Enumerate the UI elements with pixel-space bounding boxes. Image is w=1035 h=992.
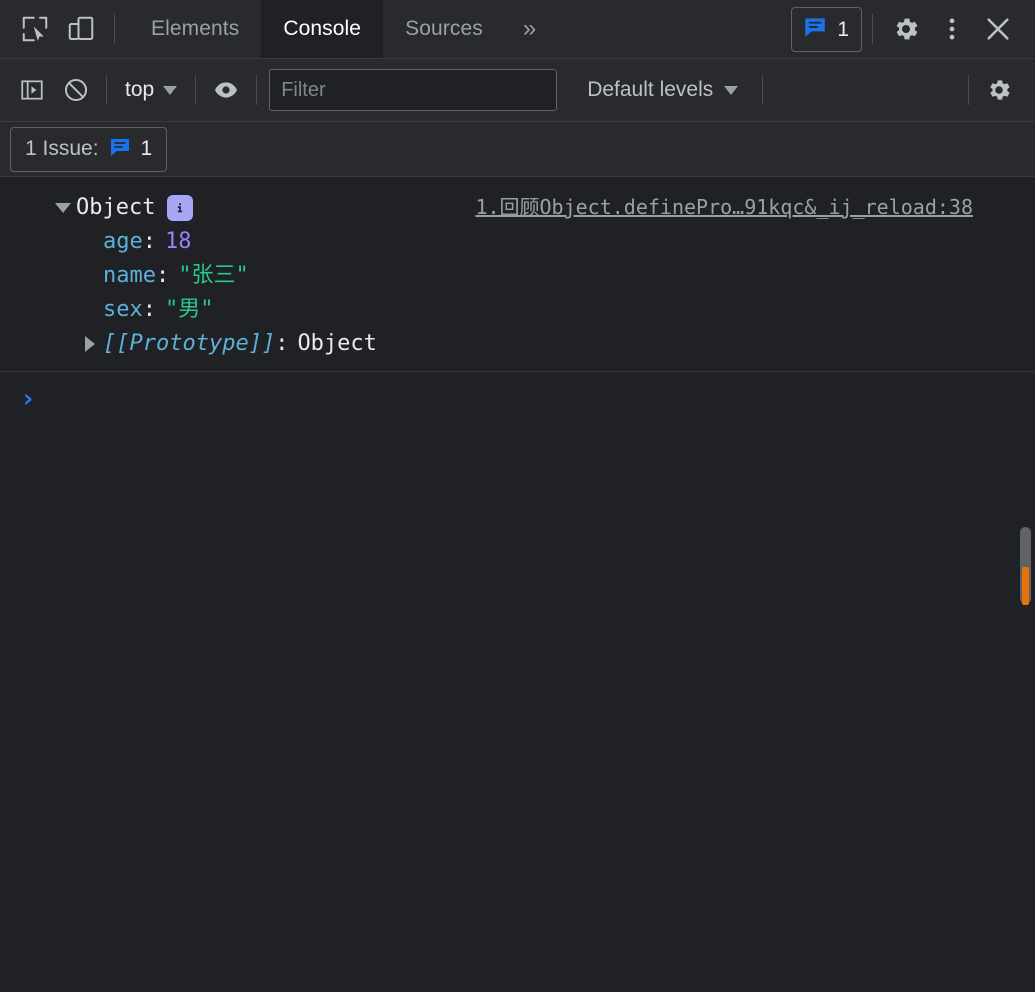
property-value: "张三" (178, 263, 249, 288)
chevron-down-icon (724, 85, 739, 95)
console-prompt[interactable]: › (0, 372, 1035, 426)
object-type-label: Object (76, 195, 156, 220)
issue-bubble-icon (802, 14, 828, 45)
toolbar-divider-2 (195, 75, 197, 105)
issues-counter-button[interactable]: 1 (791, 6, 862, 52)
filter-placeholder: Filter (281, 78, 326, 101)
scrollbar-highlight-marker (1022, 567, 1029, 605)
toolbar-divider-5 (968, 75, 969, 105)
tab-elements[interactable]: Elements (129, 0, 261, 58)
info-icon[interactable] (167, 195, 194, 221)
filter-input[interactable]: Filter (269, 69, 558, 111)
toolbar-divider-3 (256, 75, 258, 105)
inspect-element-icon[interactable] (12, 0, 58, 58)
issue-bubble-icon (108, 135, 132, 164)
devtools-window: Elements Console Sources » 1 top Filter … (0, 0, 1035, 992)
panel-tabs: Elements Console Sources » (129, 0, 554, 58)
property-separator: : (142, 297, 156, 322)
expand-collapse-triangle-icon[interactable] (55, 203, 71, 213)
execution-context-label: top (125, 78, 155, 101)
issues-bar-button[interactable]: 1 Issue: 1 (10, 126, 168, 172)
property-key: age (103, 229, 143, 254)
live-expression-eye-icon[interactable] (204, 68, 248, 112)
property-separator: : (155, 263, 170, 288)
property-key: name (103, 263, 156, 288)
message-source-link[interactable]: 1.回顾Object.definePro…91kqc&_ij_reload:38 (475, 191, 973, 220)
tabbar-right-divider (872, 14, 873, 44)
log-levels-label: Default levels (587, 78, 714, 101)
execution-context-selector[interactable]: top (115, 78, 187, 102)
prototype-value: Object (297, 331, 377, 356)
prototype-row[interactable]: [[Prototype]]: Object (55, 327, 1035, 361)
gear-icon[interactable] (883, 0, 929, 58)
issues-bar-count: 1 (140, 137, 153, 160)
expand-triangle-icon[interactable] (85, 336, 95, 352)
toolbar-divider-4 (762, 75, 764, 105)
property-value: 18 (165, 229, 192, 254)
issues-count-label: 1 (837, 17, 849, 41)
log-levels-selector[interactable]: Default levels (571, 78, 754, 102)
console-output-area: 1.回顾Object.definePro…91kqc&_ij_reload:38… (0, 177, 1035, 992)
console-scrollbar[interactable] (1015, 177, 1035, 992)
prompt-chevron-icon: › (20, 384, 36, 414)
tabbar-left-icons (0, 0, 125, 58)
console-settings-gear-icon[interactable] (977, 68, 1021, 112)
prototype-separator: : (275, 331, 289, 356)
object-property-row[interactable]: age: 18 (55, 225, 1035, 259)
more-tabs-icon[interactable]: » (505, 0, 554, 58)
property-key: sex (103, 297, 143, 322)
tabbar-right-icons: 1 (791, 0, 1035, 58)
device-toolbar-icon[interactable] (58, 0, 104, 58)
object-property-row[interactable]: sex: "男" (55, 293, 1035, 327)
devtools-tabbar: Elements Console Sources » 1 (0, 0, 1035, 59)
prototype-key: [[Prototype]] (103, 331, 276, 356)
console-toolbar: top Filter Default levels (0, 59, 1035, 122)
tab-sources[interactable]: Sources (383, 0, 505, 58)
chevron-down-icon (163, 85, 178, 95)
console-message: 1.回顾Object.definePro…91kqc&_ij_reload:38… (0, 177, 1035, 372)
tab-console[interactable]: Console (261, 0, 384, 58)
property-value: "男" (165, 297, 214, 322)
tabbar-divider (114, 14, 115, 44)
issues-bar-label: 1 Issue: (25, 137, 99, 160)
object-property-row[interactable]: name: "张三" (55, 259, 1035, 293)
issues-bar: 1 Issue: 1 (0, 122, 1035, 177)
console-sidebar-icon[interactable] (10, 68, 54, 112)
console-toolbar-right (960, 68, 1035, 112)
toolbar-divider-1 (106, 75, 107, 105)
kebab-menu-icon[interactable] (929, 0, 975, 58)
close-icon[interactable] (975, 0, 1021, 58)
clear-console-icon[interactable] (54, 68, 98, 112)
property-separator: : (142, 229, 156, 254)
